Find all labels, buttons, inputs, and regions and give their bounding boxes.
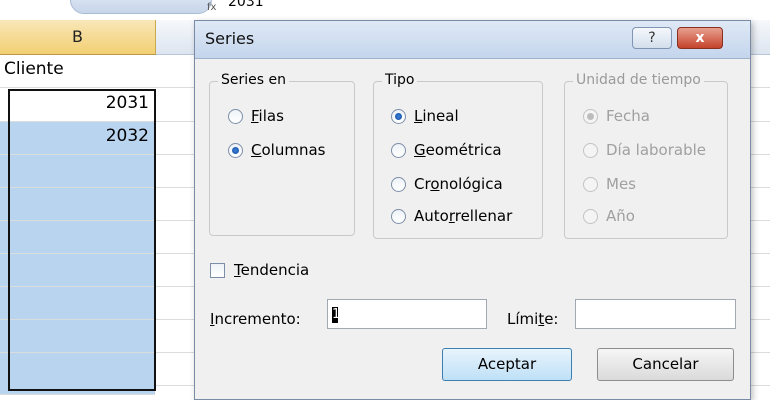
tipo-group: Tipo Lineal Geométrica Cronológica Autor… xyxy=(373,72,543,239)
aceptar-button[interactable]: Aceptar xyxy=(442,348,572,381)
dialog-titlebar[interactable]: Series ? x xyxy=(195,21,750,59)
series-dialog: Series ? x Series en Filas Columnas Tipo… xyxy=(194,20,751,400)
radio-indicator xyxy=(228,109,243,124)
radio-mes-label: Mes xyxy=(606,175,636,193)
limite-label: Límite: xyxy=(507,310,559,328)
series-en-legend: Series en xyxy=(218,72,289,88)
tipo-legend: Tipo xyxy=(382,72,418,88)
radio-indicator xyxy=(391,177,406,192)
limite-input[interactable] xyxy=(575,299,736,329)
selection-outline xyxy=(8,89,156,391)
cell-b1-text: Cliente xyxy=(4,59,64,79)
series-en-group: Series en Filas Columnas xyxy=(209,72,355,236)
formula-bar: fx 2031 xyxy=(0,0,770,21)
function-icon[interactable]: fx xyxy=(207,2,216,13)
unidad-tiempo-legend: Unidad de tiempo xyxy=(573,72,704,88)
radio-autorrellenar-label: Autorrellenar xyxy=(414,207,513,225)
formula-value[interactable]: 2031 xyxy=(228,0,264,10)
radio-indicator xyxy=(391,109,406,124)
radio-lineal-label: Lineal xyxy=(414,107,459,125)
radio-cronologica-label: Cronológica xyxy=(414,175,503,193)
close-icon: x xyxy=(695,30,705,46)
tendencia-label: Tendencia xyxy=(234,261,310,279)
radio-indicator xyxy=(583,109,598,124)
help-button[interactable]: ? xyxy=(632,27,672,49)
close-button[interactable]: x xyxy=(677,27,723,49)
radio-indicator xyxy=(583,143,598,158)
unidad-tiempo-group: Unidad de tiempo Fecha Día laborable Mes… xyxy=(564,72,728,239)
radio-fecha-label: Fecha xyxy=(606,107,650,125)
radio-filas-label: Filas xyxy=(251,107,284,125)
radio-ano-label: Año xyxy=(606,207,635,225)
incremento-label: Incremento: xyxy=(210,310,301,328)
radio-geometrica-label: Geométrica xyxy=(414,141,502,159)
radio-indicator xyxy=(391,143,406,158)
radio-indicator xyxy=(583,209,598,224)
checkbox-indicator xyxy=(210,263,225,278)
column-header-b[interactable]: B xyxy=(0,20,156,55)
dialog-title: Series xyxy=(205,29,255,48)
cancelar-button[interactable]: Cancelar xyxy=(597,348,734,381)
radio-columnas-label: Columnas xyxy=(251,141,326,159)
incremento-value: 1 xyxy=(332,306,341,323)
name-box[interactable] xyxy=(70,0,212,14)
radio-indicator xyxy=(391,209,406,224)
cell-b1[interactable]: Cliente xyxy=(0,55,155,88)
radio-indicator xyxy=(228,143,243,158)
radio-indicator xyxy=(583,177,598,192)
incremento-input[interactable]: 1 xyxy=(327,299,487,329)
radio-dia-laborable-label: Día laborable xyxy=(606,141,707,159)
